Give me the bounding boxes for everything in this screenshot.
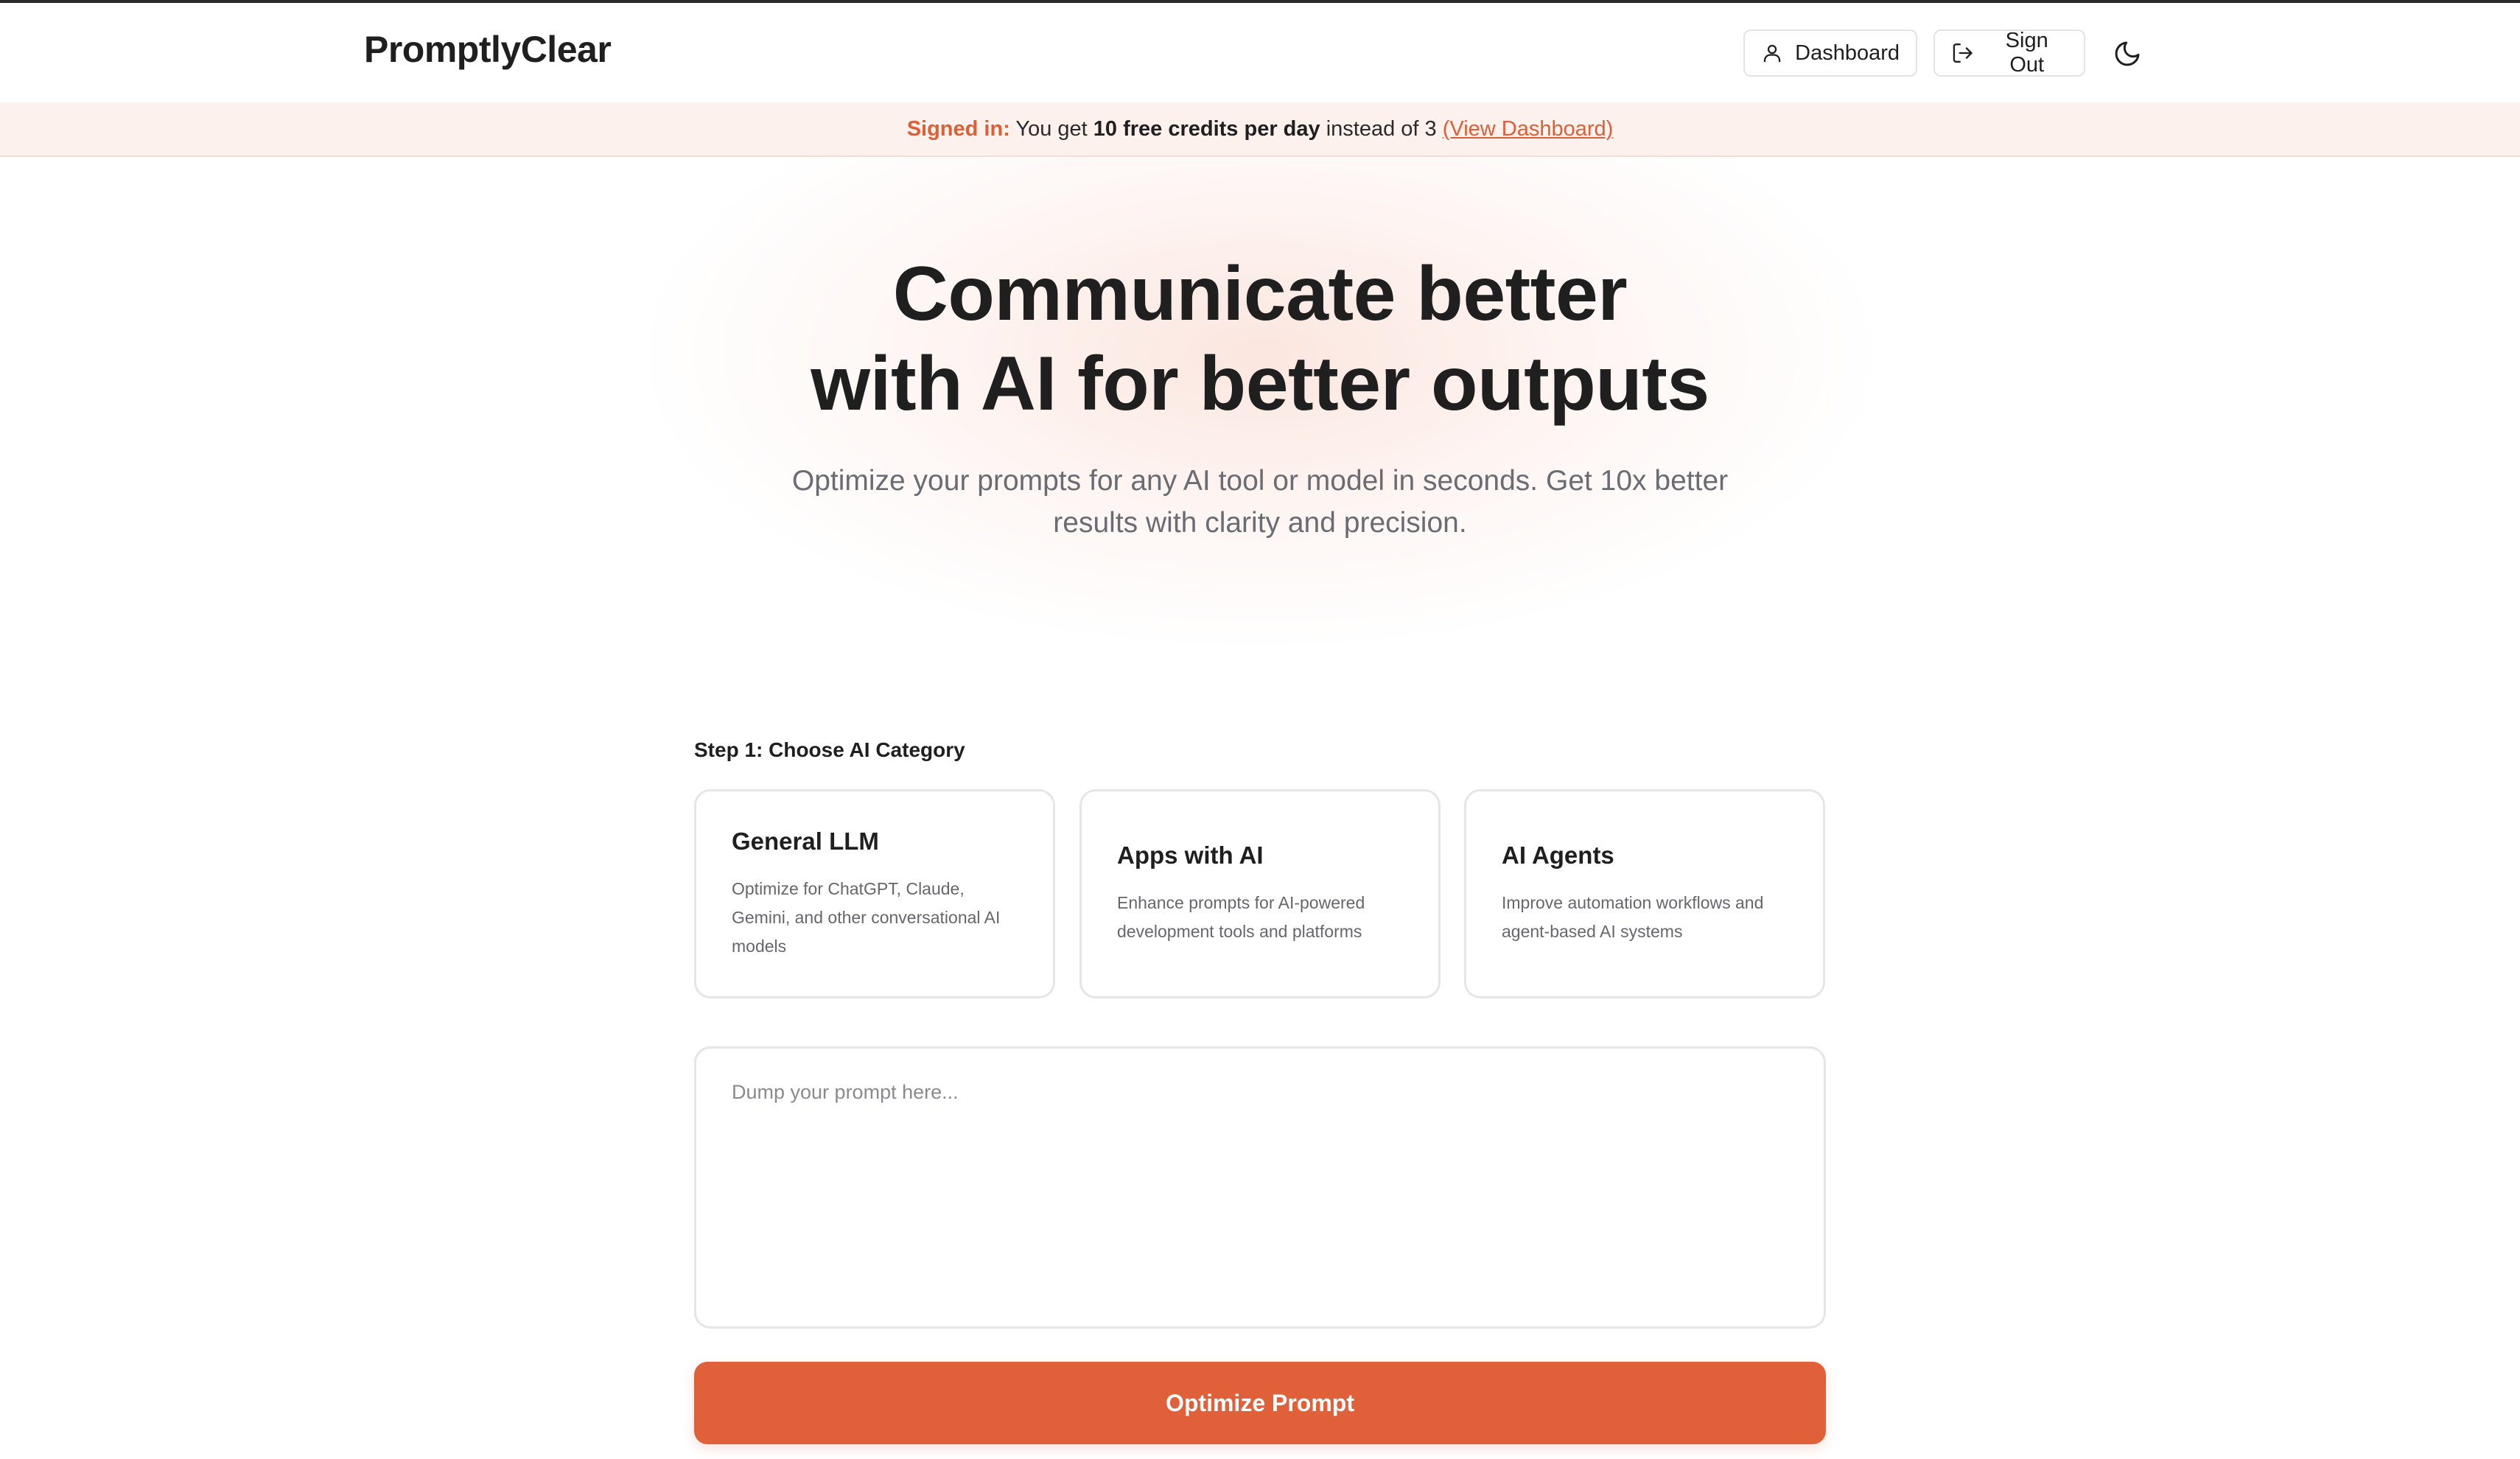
- dashboard-button[interactable]: Dashboard: [1743, 29, 1917, 77]
- category-card-apps-with-ai[interactable]: Apps with AI Enhance prompts for AI-powe…: [1079, 789, 1441, 998]
- hero-subtitle: Optimize your prompts for any AI tool or…: [752, 460, 1768, 544]
- card-title: General LLM: [732, 827, 879, 855]
- card-title: AI Agents: [1502, 842, 1614, 869]
- log-out-icon: [1953, 43, 1973, 63]
- signed-in-banner: Signed in: You get 10 free credits per d…: [0, 102, 2520, 157]
- sign-out-button[interactable]: Sign Out: [1933, 29, 2085, 77]
- theme-toggle-button[interactable]: [2112, 38, 2143, 69]
- card-description: Optimize for ChatGPT, Claude, Gemini, an…: [732, 878, 1001, 956]
- banner-text-1: You get: [1009, 116, 1093, 141]
- hero-title: Communicate better with AI for better ou…: [0, 249, 2520, 429]
- hero-subtitle-line-2: results with clarity and precision.: [1053, 507, 1467, 539]
- logo[interactable]: PromptlyClear: [364, 28, 612, 71]
- card-description: Enhance prompts for AI-powered developme…: [1117, 893, 1365, 941]
- hero-title-line-1: Communicate better: [892, 251, 1628, 337]
- step-label: Step 1: Choose AI Category: [694, 738, 965, 761]
- user-icon: [1763, 44, 1781, 63]
- hero-title-line-2: with AI for better outputs: [811, 341, 1709, 427]
- credits-text: 10 free credits per day: [1093, 116, 1320, 141]
- optimize-prompt-button[interactable]: Optimize Prompt: [694, 1362, 1826, 1444]
- banner-text-2: instead of 3: [1320, 116, 1443, 141]
- header: PromptlyClear Dashboard Sign Out: [0, 3, 2520, 102]
- category-card-general-llm[interactable]: General LLM Optimize for ChatGPT, Claude…: [694, 789, 1055, 998]
- view-dashboard-link[interactable]: (View Dashboard): [1443, 117, 1614, 141]
- category-card-ai-agents[interactable]: AI Agents Improve automation workflows a…: [1464, 789, 1825, 998]
- sign-out-label: Sign Out: [2005, 29, 2048, 77]
- card-description: Improve automation workflows and agent-b…: [1502, 893, 1764, 941]
- signed-in-label: Signed in:: [906, 116, 1010, 141]
- moon-icon: [2115, 41, 2140, 66]
- prompt-input[interactable]: [694, 1046, 1826, 1329]
- card-title: Apps with AI: [1117, 842, 1264, 869]
- hero-subtitle-line-1: Optimize your prompts for any AI tool or…: [791, 465, 1729, 497]
- dashboard-label: Dashboard: [1795, 41, 1900, 65]
